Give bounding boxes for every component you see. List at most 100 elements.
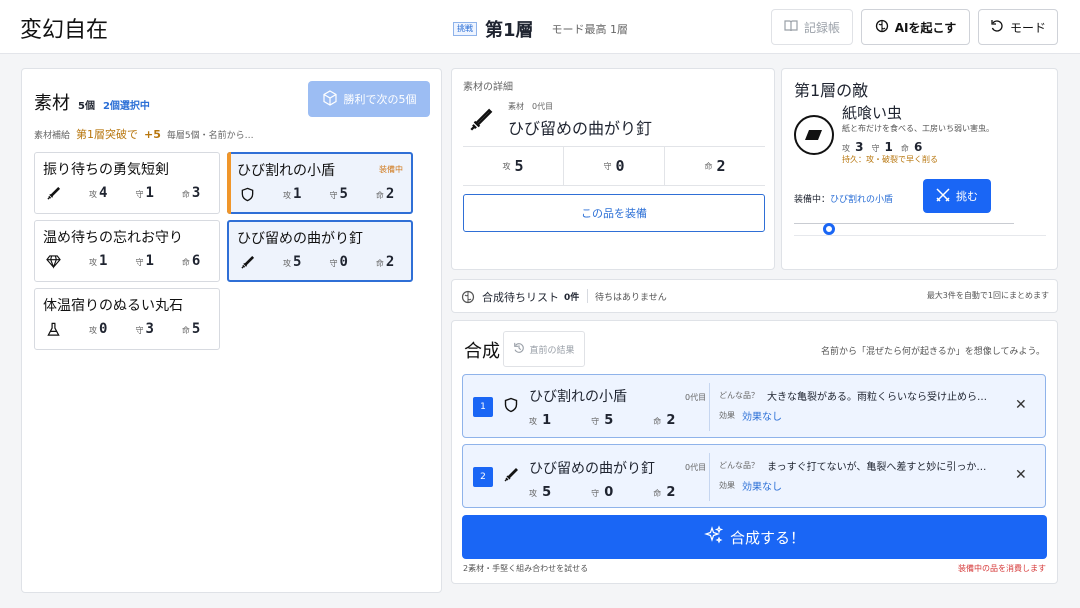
queue-label: 合成待ちリスト [482, 291, 559, 304]
mode-best-label: モード最高 1層 [551, 23, 629, 36]
enemy-atk: 3 [855, 140, 864, 154]
enemy-avatar [794, 115, 834, 155]
detail-hp: 2 [716, 157, 726, 175]
enemy-def: 1 [884, 140, 893, 154]
queue-count: 0件 [564, 293, 580, 303]
divider [709, 453, 710, 501]
def-value: 1 [145, 185, 154, 201]
row-number: 1 [473, 397, 493, 417]
row-stats: 攻 1 守 5 命 2 [529, 413, 676, 428]
divider [709, 383, 710, 431]
cube-icon [322, 89, 338, 109]
book-icon [784, 19, 798, 36]
app-title: 変幻自在 [20, 18, 109, 43]
flask-icon [45, 321, 61, 337]
gem-icon [45, 253, 61, 269]
log-button[interactable]: 記録帳 [771, 9, 853, 45]
atk-value: 1 [293, 186, 302, 202]
synthesize-button[interactable]: 合成する！ [462, 515, 1047, 559]
sparkles-icon [704, 525, 724, 549]
detail-def: 0 [615, 157, 625, 175]
challenge-badge: 挑戦 [453, 22, 477, 36]
crossed-swords-icon [936, 187, 950, 205]
detail-heading: 素材の詳細 [463, 82, 513, 93]
atk-value: 0 [99, 321, 108, 337]
bug-icon [805, 126, 823, 145]
nail-icon [239, 254, 255, 270]
hp-value: 2 [385, 254, 395, 270]
atk-value: 1 [99, 253, 108, 269]
synthesis-panel: 合成 直前の結果 名前から「混ぜたら何が起きるか」を想像してみよう。 1 ひび割… [451, 320, 1058, 584]
def-value: 0 [339, 254, 348, 270]
enemy-panel: 第1層の敵 紙喰い虫 紙と布だけを食べる、工房いち弱い害虫。 攻 3 守 1 命… [781, 68, 1058, 270]
remove-row-button[interactable]: ✕ [1015, 397, 1027, 413]
brain-icon [875, 19, 889, 36]
nail-icon [468, 107, 494, 137]
previous-result-button[interactable]: 直前の結果 [503, 331, 585, 367]
hp-value: 5 [191, 321, 201, 337]
remove-row-button[interactable]: ✕ [1015, 467, 1027, 483]
queue-note: 最大3件を自動で1回にまとめます [926, 291, 1049, 300]
what-label: どんな品？ [719, 391, 759, 400]
row-stats: 攻 5 守 0 命 2 [529, 485, 676, 500]
row-name: ひび留めの曲がり釘 [529, 461, 655, 477]
materials-title: 素材 [34, 93, 70, 114]
challenge-button[interactable]: 挑む [923, 179, 991, 213]
detail-panel: 素材の詳細 素材 0代目 ひび留めの曲がり釘 攻5 守0 命2 この品を装備 [451, 68, 775, 270]
row-effect: 効果なし [742, 482, 782, 493]
row-generation: 0代目 [685, 463, 707, 472]
enemy-name: 紙喰い虫 [842, 104, 903, 122]
supply-label: 素材補給 [34, 131, 71, 141]
row-description: 大きな亀裂がある。雨粒くらいなら受け止めら… [767, 392, 987, 403]
enemy-title: 第1層の敵 [794, 81, 869, 100]
effect-label: 効果 [719, 481, 735, 490]
row-generation: 0代目 [685, 393, 707, 402]
material-card[interactable]: 振り待ちの勇気短剣 攻4 守1 命3 [34, 152, 220, 214]
equipped-item: ひび割れの小盾 [830, 195, 894, 205]
synthesis-footer-right: 装備中の品を消費します [958, 564, 1046, 573]
material-card[interactable]: ひび留めの曲がり釘 攻5 守0 命2 [227, 220, 413, 282]
atk-value: 4 [99, 185, 108, 201]
synthesis-footer-left: 2素材・手堅く組み合わせを試せる [463, 564, 589, 573]
floor-label: 第1層 [485, 20, 534, 41]
material-card[interactable]: 温め待ちの忘れお守り 攻1 守1 命6 [34, 220, 220, 282]
material-card[interactable]: 体温宿りのぬるい丸石 攻0 守3 命5 [34, 288, 220, 350]
shield-icon [239, 186, 255, 202]
sword-icon [45, 185, 61, 201]
synthesis-row: 2 ひび留めの曲がり釘 0代目 攻 5 守 0 命 2 どんな品？ まっすぐ打て… [462, 444, 1046, 508]
synthesis-title: 合成 [464, 341, 500, 362]
material-card[interactable]: ひび割れの小盾 装備中 攻1 守5 命2 [227, 152, 413, 214]
detail-stats: 攻5 守0 命2 [463, 146, 765, 186]
nail-icon [503, 467, 519, 487]
effect-label: 効果 [719, 411, 735, 420]
hp-value: 3 [191, 185, 201, 201]
hp-value: 6 [191, 253, 201, 269]
detail-name: ひび留めの曲がり釘 [508, 119, 653, 138]
synthesis-row: 1 ひび割れの小盾 0代目 攻 1 守 5 命 2 どんな品？ 大きな亀裂がある… [462, 374, 1046, 438]
enemy-desc: 紙と布だけを食べる、工房いち弱い害虫。 [842, 124, 994, 133]
atk-value: 5 [293, 254, 302, 270]
supply-condition: 第1層突破で [76, 128, 139, 141]
row-name: ひび割れの小盾 [529, 389, 627, 405]
materials-count: 5個 [78, 101, 95, 112]
ai-button[interactable]: AIを起こす [861, 9, 970, 45]
detail-atk: 5 [514, 157, 524, 175]
floor-indicator: 挑戦 第1層 モード最高 1層 [453, 16, 628, 42]
materials-panel: 素材 5個 2個選択中 勝利で次の5個 素材補給 第1層突破で +5 毎層5個・… [21, 68, 442, 593]
what-label: どんな品？ [719, 461, 759, 470]
brain-icon [461, 289, 475, 308]
row-description: まっすぐ打てないが、亀裂へ差すと妙に引っか… [767, 462, 987, 473]
next-five-button[interactable]: 勝利で次の5個 [308, 81, 430, 117]
synthesis-hint: 名前から「混ぜたら何が起きるか」を想像してみよう。 [820, 347, 1045, 357]
mode-button[interactable]: モード [978, 9, 1058, 45]
hp-value: 2 [385, 186, 395, 202]
row-number: 2 [473, 467, 493, 487]
header-bar: 変幻自在 挑戦 第1層 モード最高 1層 記録帳 AIを起こす モード [0, 0, 1080, 54]
def-value: 1 [145, 253, 154, 269]
history-icon [513, 342, 525, 357]
supply-amount: +5 [144, 128, 161, 141]
queue-empty: 待ちはありません [595, 293, 667, 303]
equip-button[interactable]: この品を装備 [463, 194, 765, 232]
battle-slider-thumb[interactable] [823, 223, 835, 235]
equipped-tag: 装備中 [379, 165, 403, 174]
